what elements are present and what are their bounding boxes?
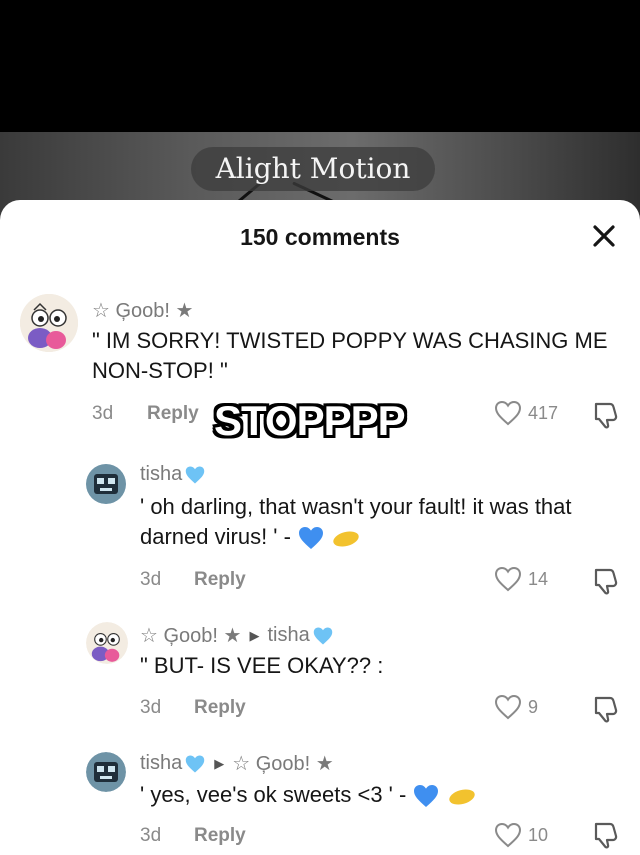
dislike-icon[interactable] — [590, 694, 620, 729]
like-button[interactable]: 10 — [494, 822, 548, 848]
avatar[interactable] — [86, 464, 126, 504]
like-button[interactable]: 9 — [494, 694, 538, 720]
reply-arrow-icon: ▶ — [249, 627, 260, 643]
comment-username[interactable]: ☆ Ģoob! ★ ▶ tisha — [140, 623, 334, 648]
reply-button[interactable]: Reply — [147, 403, 199, 425]
comment-text: " IM SORRY! TWISTED POPPY WAS CHASING ME… — [92, 328, 608, 383]
reply-button[interactable]: Reply — [194, 697, 246, 719]
sponge-icon — [448, 789, 475, 805]
alight-motion-watermark: Alight Motion — [191, 147, 435, 191]
like-count: 10 — [528, 824, 549, 845]
dislike-icon[interactable] — [590, 566, 620, 601]
comment-time: 3d — [140, 569, 162, 590]
like-button[interactable]: 417 — [494, 400, 558, 426]
reply-arrow-icon: ▶ — [214, 755, 225, 771]
reply-button[interactable]: Reply — [194, 825, 246, 847]
comment-time: 3d — [140, 825, 162, 846]
light-blue-heart-icon — [313, 627, 332, 644]
blue-heart-icon — [299, 527, 324, 550]
comment-text: " BUT- IS VEE OKAY?? : — [140, 653, 384, 678]
comment-time: 3d — [92, 403, 114, 424]
heart-outline-icon — [494, 400, 522, 426]
close-icon[interactable] — [588, 220, 620, 252]
comment-username[interactable]: tisha — [140, 463, 206, 486]
comment-time: 3d — [140, 697, 162, 718]
comment-text: ' yes, vee's ok sweets <3 ' - — [140, 780, 620, 810]
comment-text: ' oh darling, that wasn't your fault! it… — [140, 492, 620, 552]
dislike-icon[interactable] — [590, 400, 620, 435]
comments-count-title: 150 comments — [240, 224, 400, 250]
like-count: 417 — [528, 402, 559, 423]
comment-username[interactable]: ☆ Ģoob! ★ — [92, 298, 193, 323]
like-count: 14 — [528, 568, 549, 589]
blue-heart-icon — [414, 785, 439, 808]
video-top — [0, 0, 640, 132]
avatar[interactable] — [86, 622, 128, 664]
avatar[interactable] — [20, 294, 78, 352]
comment-username[interactable]: tisha ▶ ☆ Ģoob! ★ — [140, 751, 334, 776]
dislike-icon[interactable] — [590, 820, 620, 855]
heart-outline-icon — [494, 822, 522, 848]
light-blue-heart-icon — [186, 755, 205, 772]
heart-outline-icon — [494, 694, 522, 720]
reply-button[interactable]: Reply — [194, 569, 246, 591]
like-button[interactable]: 14 — [494, 566, 548, 592]
heart-outline-icon — [494, 566, 522, 592]
sponge-icon — [333, 531, 359, 547]
comments-sheet: 150 comments ☆ Ģoob! ★ " IM SORRY! TWIST… — [0, 200, 640, 853]
light-blue-heart-icon — [186, 466, 205, 483]
stopppp-sticker: STOPPPP — [214, 397, 406, 444]
like-count: 9 — [528, 696, 539, 717]
avatar[interactable] — [86, 752, 126, 792]
